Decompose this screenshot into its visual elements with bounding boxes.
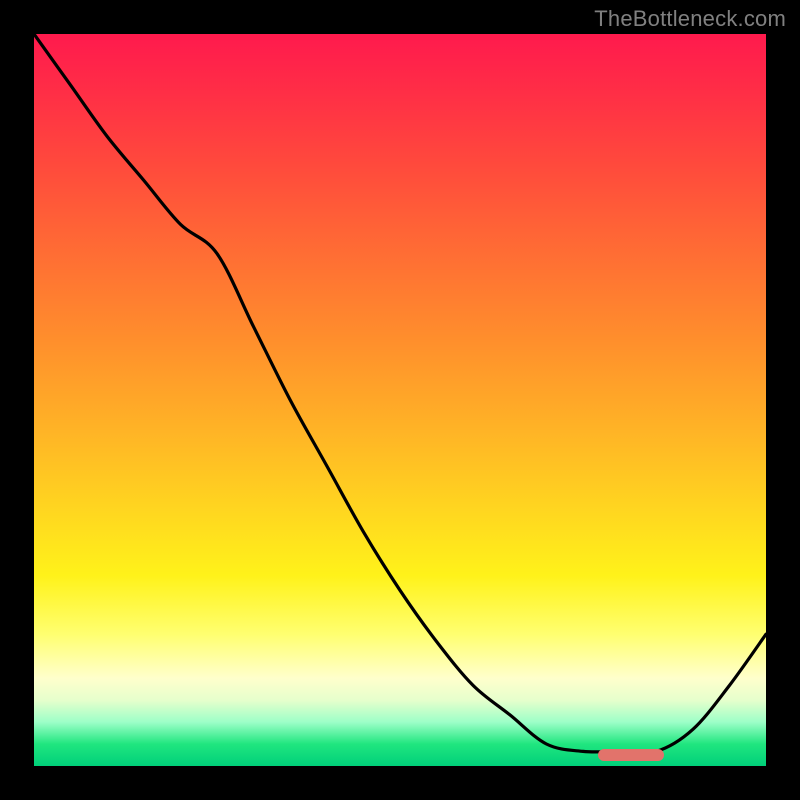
watermark-text: TheBottleneck.com [594,6,786,32]
bottleneck-curve [34,34,766,766]
chart-frame: TheBottleneck.com [0,0,800,800]
bottleneck-curve-path [34,34,766,753]
plot-area [34,34,766,766]
optimal-range-marker [598,749,664,761]
